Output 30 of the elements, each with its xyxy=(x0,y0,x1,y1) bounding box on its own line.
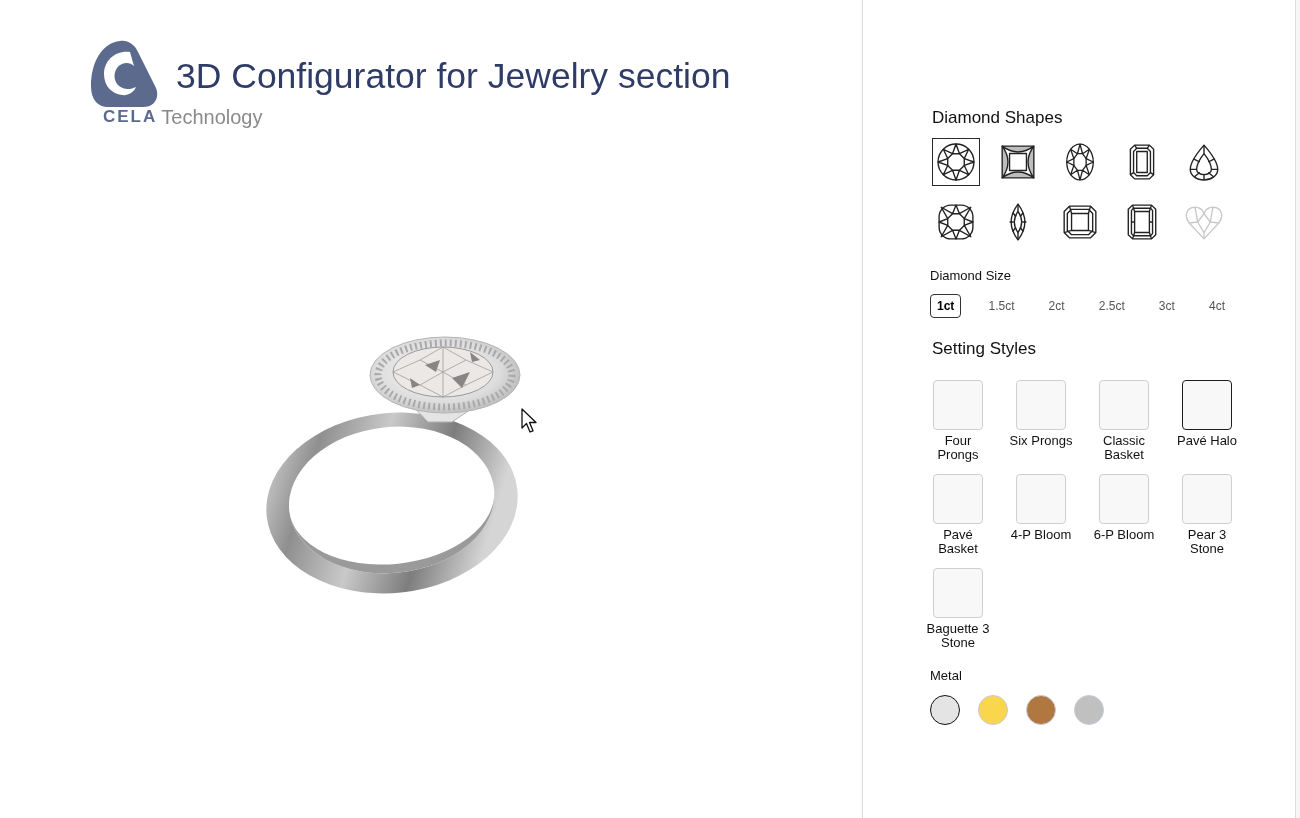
setting-style-option[interactable]: 4-P Bloom xyxy=(1008,474,1074,556)
section-label: Metal xyxy=(930,668,963,684)
size-option[interactable]: 1.5ct xyxy=(981,294,1022,318)
setting-style-option[interactable]: 6-P Bloom xyxy=(1091,474,1157,556)
setting-style-option[interactable]: Pavé Basket xyxy=(925,474,991,556)
round-diamond-icon xyxy=(937,143,975,181)
setting-style-option[interactable]: Classic Basket xyxy=(1091,380,1157,462)
setting-style-option[interactable]: Four Prongs xyxy=(925,380,991,462)
logo-tagline: Technology xyxy=(161,107,263,127)
section-heading: Diamond Shapes xyxy=(932,108,1064,128)
size-option[interactable]: 3ct xyxy=(1151,294,1182,318)
section-label: Diamond Size xyxy=(930,268,1012,284)
setting-style-option[interactable]: Baguette 3 Stone xyxy=(925,568,991,650)
princess-diamond-icon xyxy=(999,143,1037,181)
page-title: 3D Configurator for Jewelry section xyxy=(176,56,731,96)
logo-icon xyxy=(90,40,158,108)
mouse-pointer-icon xyxy=(521,408,539,434)
logo-wordmark: CELA xyxy=(103,108,158,126)
setting-style-option[interactable]: Pear 3 Stone xyxy=(1174,474,1240,556)
setting-style-option[interactable]: Six Prongs xyxy=(1008,380,1074,462)
size-option[interactable]: 2ct xyxy=(1041,294,1072,318)
shape-option[interactable] xyxy=(932,138,980,186)
section-heading: Setting Styles xyxy=(932,339,1037,359)
setting-style-option[interactable]: Pavé Halo xyxy=(1174,380,1240,462)
size-option[interactable]: 4ct xyxy=(1201,294,1232,318)
metal-swatch[interactable] xyxy=(930,695,960,725)
asscher-diamond-icon xyxy=(1061,203,1099,241)
size-option[interactable]: 2.5ct xyxy=(1091,294,1132,318)
size-option[interactable]: 1ct xyxy=(930,294,962,318)
cushion-diamond-icon xyxy=(937,203,975,241)
